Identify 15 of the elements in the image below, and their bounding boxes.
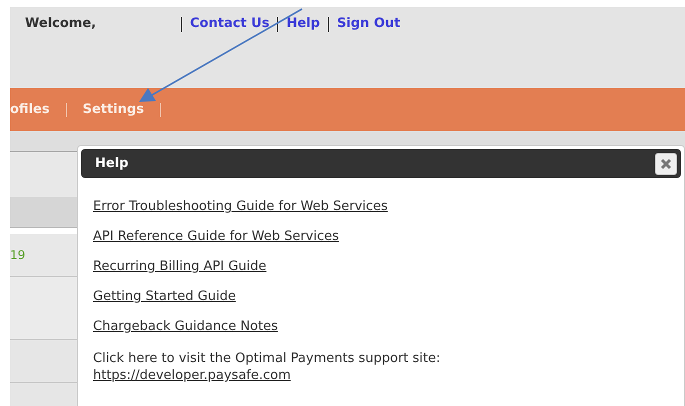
close-icon (660, 158, 672, 170)
dialog-title: Help (95, 156, 128, 171)
guide-link[interactable]: Getting Started Guide (93, 288, 681, 305)
support-text: Click here to visit the Optimal Payments support site: (93, 350, 442, 367)
guide-link[interactable]: Error Troubleshooting Guide for Web Services (93, 198, 681, 215)
header-link[interactable]: Contact Us (190, 16, 270, 31)
header-link[interactable]: Sign Out (336, 16, 400, 31)
close-button[interactable] (655, 152, 677, 174)
guide-link[interactable]: Recurring Billing API Guide (93, 258, 681, 275)
header-link[interactable]: Help (286, 16, 320, 31)
support-link[interactable]: https://developer.paysafe.com (93, 367, 291, 384)
guide-link[interactable]: API Reference Guide for Web Services (93, 228, 681, 245)
guide-link[interactable]: Chargeback Guidance Notes (93, 318, 681, 335)
welcome-text: Welcome, (25, 16, 98, 31)
row-value: 19 (10, 248, 26, 262)
